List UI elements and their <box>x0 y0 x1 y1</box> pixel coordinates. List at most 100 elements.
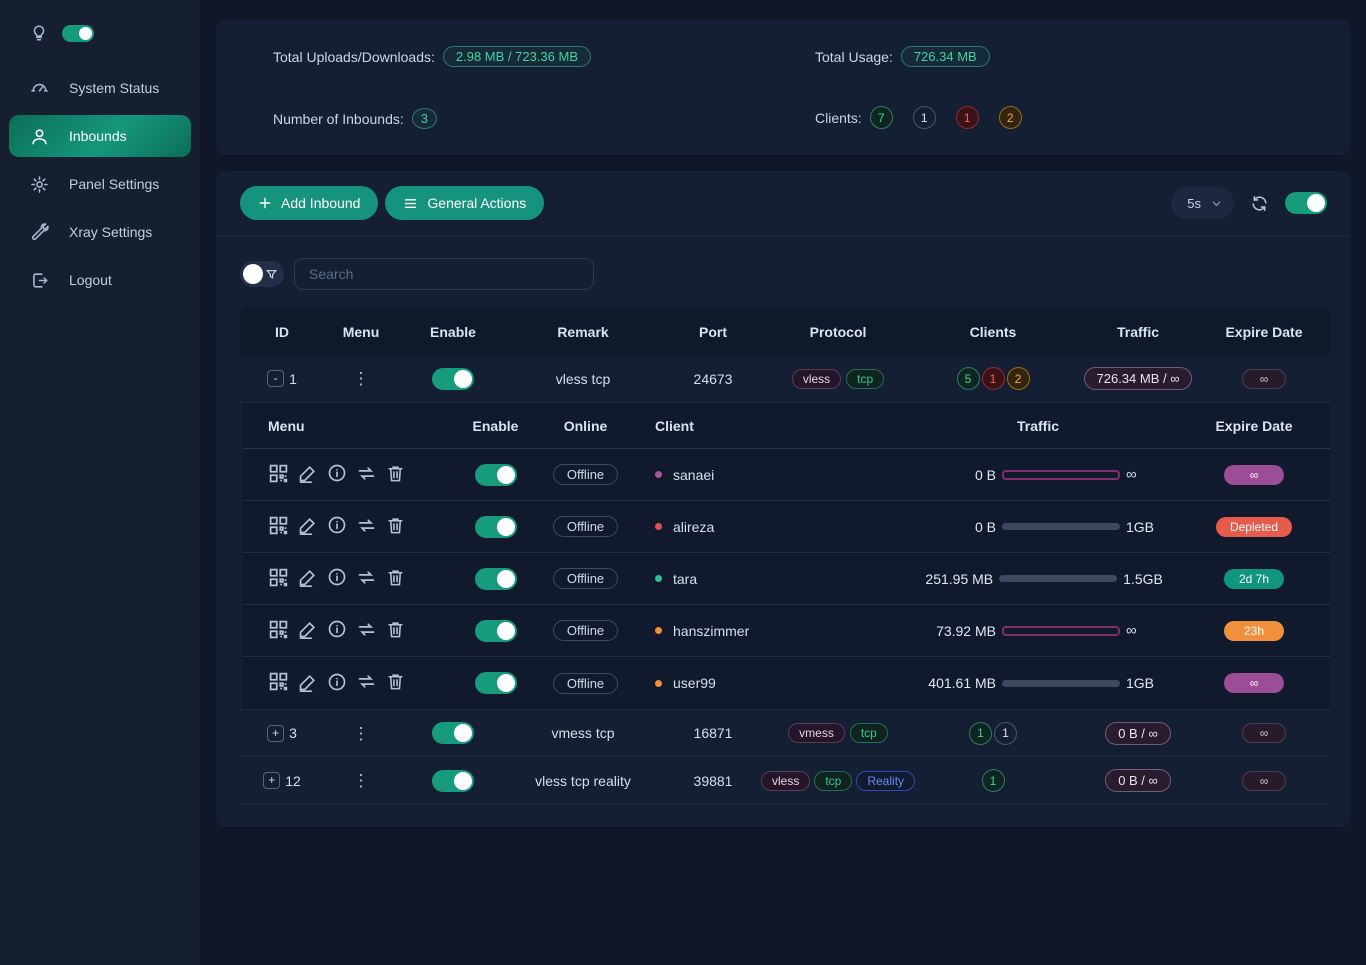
delete-icon[interactable] <box>386 568 405 590</box>
user-icon <box>29 126 49 146</box>
traffic-used: 251.95 MB <box>913 571 993 587</box>
protocol-badge: tcp <box>814 771 852 791</box>
enable-toggle[interactable] <box>432 722 474 744</box>
client-row: Offline user99 401.61 MB 1GB ∞ <box>243 657 1330 709</box>
refresh-interval-select[interactable]: 5s <box>1171 187 1234 219</box>
enable-toggle[interactable] <box>432 770 474 792</box>
client-enable-toggle[interactable] <box>475 672 517 694</box>
client-enable-toggle[interactable] <box>475 464 517 486</box>
traffic-limit: 1GB <box>1126 519 1160 535</box>
sidebar-item-label: Inbounds <box>69 128 127 144</box>
clients-gray-badge: 1 <box>913 106 936 129</box>
logout-icon <box>29 270 49 290</box>
edit-icon[interactable] <box>298 515 318 538</box>
traffic-badge: 0 B / ∞ <box>1105 722 1171 745</box>
client-dot <box>655 575 662 582</box>
sidebar-item-system-status[interactable]: System Status <box>9 67 191 109</box>
client-name: sanaei <box>673 467 714 483</box>
info-icon[interactable] <box>327 463 347 486</box>
client-dot <box>655 627 662 634</box>
general-actions-button[interactable]: General Actions <box>385 186 544 220</box>
sidebar-item-xray-settings[interactable]: Xray Settings <box>9 211 191 253</box>
uploads-label: Total Uploads/Downloads: <box>273 49 435 65</box>
expire-badge: ∞ <box>1242 771 1287 791</box>
info-icon[interactable] <box>327 672 347 695</box>
traffic-used: 401.61 MB <box>916 675 996 691</box>
info-icon[interactable] <box>327 515 347 538</box>
table-row: -1 ⋮ vless tcp 24673 vless tcp 5 1 2 726… <box>240 355 1330 403</box>
traffic-limit: 1GB <box>1126 675 1160 691</box>
sidebar-item-panel-settings[interactable]: Panel Settings <box>9 163 191 205</box>
auto-refresh-toggle[interactable] <box>1285 192 1327 214</box>
uploads-value-badge: 2.98 MB / 723.36 MB <box>443 46 591 67</box>
expand-button[interactable]: + <box>267 725 284 742</box>
sidebar-item-label: System Status <box>69 80 159 96</box>
edit-icon[interactable] <box>298 672 318 695</box>
edit-icon[interactable] <box>298 567 318 590</box>
reset-traffic-icon[interactable] <box>356 567 377 591</box>
qrcode-icon[interactable] <box>268 671 289 695</box>
sidebar-item-logout[interactable]: Logout <box>9 259 191 301</box>
traffic-badge: 726.34 MB / ∞ <box>1084 367 1193 390</box>
delete-icon[interactable] <box>386 672 405 694</box>
traffic-bar <box>999 575 1117 582</box>
add-inbound-button[interactable]: Add Inbound <box>240 186 378 220</box>
info-icon[interactable] <box>327 619 347 642</box>
info-icon[interactable] <box>327 567 347 590</box>
client-expire-badge: 23h <box>1224 621 1284 641</box>
traffic-limit: 1.5GB <box>1123 571 1163 587</box>
sidebar: System Status Inbounds Panel Settings Xr… <box>0 0 200 965</box>
reset-traffic-icon[interactable] <box>356 463 377 487</box>
remark-cell: vmess tcp <box>508 725 658 741</box>
qrcode-icon[interactable] <box>268 515 289 539</box>
refresh-icon[interactable] <box>1250 194 1269 213</box>
reset-traffic-icon[interactable] <box>356 515 377 539</box>
usage-value-badge: 726.34 MB <box>901 46 990 67</box>
client-row: Offline tara 251.95 MB 1.5GB 2d 7h <box>243 553 1330 605</box>
menu-lines-icon <box>403 196 418 211</box>
delete-icon[interactable] <box>386 620 405 642</box>
client-enable-toggle[interactable] <box>475 568 517 590</box>
filter-toggle[interactable] <box>240 261 284 287</box>
reset-traffic-icon[interactable] <box>356 619 377 643</box>
expand-button[interactable]: + <box>263 772 280 789</box>
traffic-bar <box>1002 680 1120 687</box>
search-input[interactable] <box>294 258 594 290</box>
client-enable-toggle[interactable] <box>475 620 517 642</box>
edit-icon[interactable] <box>298 619 318 642</box>
client-dot <box>655 471 662 478</box>
sidebar-item-inbounds[interactable]: Inbounds <box>9 115 191 157</box>
search-row <box>216 236 1351 300</box>
client-enable-toggle[interactable] <box>475 516 517 538</box>
row-menu-button[interactable]: ⋮ <box>353 370 370 387</box>
sidebar-item-label: Panel Settings <box>69 176 159 192</box>
edit-icon[interactable] <box>298 463 318 486</box>
delete-icon[interactable] <box>386 516 405 538</box>
client-count-badge: 1 <box>994 722 1017 745</box>
qrcode-icon[interactable] <box>268 619 289 643</box>
delete-icon[interactable] <box>386 464 405 486</box>
stats-card: Total Uploads/Downloads: 2.98 MB / 723.3… <box>216 20 1351 155</box>
row-menu-button[interactable]: ⋮ <box>353 725 370 742</box>
protocol-badge: tcp <box>846 369 884 389</box>
clients-expiring-badge: 2 <box>999 106 1022 129</box>
row-menu-button[interactable]: ⋮ <box>353 772 370 789</box>
remark-cell: vless tcp <box>508 371 658 387</box>
table-header: ID Menu Enable Remark Port Protocol Clie… <box>240 308 1330 355</box>
online-status-badge: Offline <box>553 568 618 589</box>
traffic-used: 0 B <box>916 467 996 483</box>
port-cell: 16871 <box>658 725 768 741</box>
clients-label: Clients: <box>815 110 862 126</box>
enable-toggle[interactable] <box>432 368 474 390</box>
traffic-used: 73.92 MB <box>916 623 996 639</box>
inbounds-panel: Add Inbound General Actions 5s <box>216 171 1351 827</box>
theme-toggle[interactable] <box>62 25 94 42</box>
toolbar: Add Inbound General Actions 5s <box>216 171 1351 236</box>
protocol-badge: vless <box>792 369 841 389</box>
reset-traffic-icon[interactable] <box>356 671 377 695</box>
dashboard-icon <box>29 78 49 98</box>
collapse-button[interactable]: - <box>267 370 284 387</box>
qrcode-icon[interactable] <box>268 567 289 591</box>
plus-icon <box>258 196 272 210</box>
qrcode-icon[interactable] <box>268 463 289 487</box>
